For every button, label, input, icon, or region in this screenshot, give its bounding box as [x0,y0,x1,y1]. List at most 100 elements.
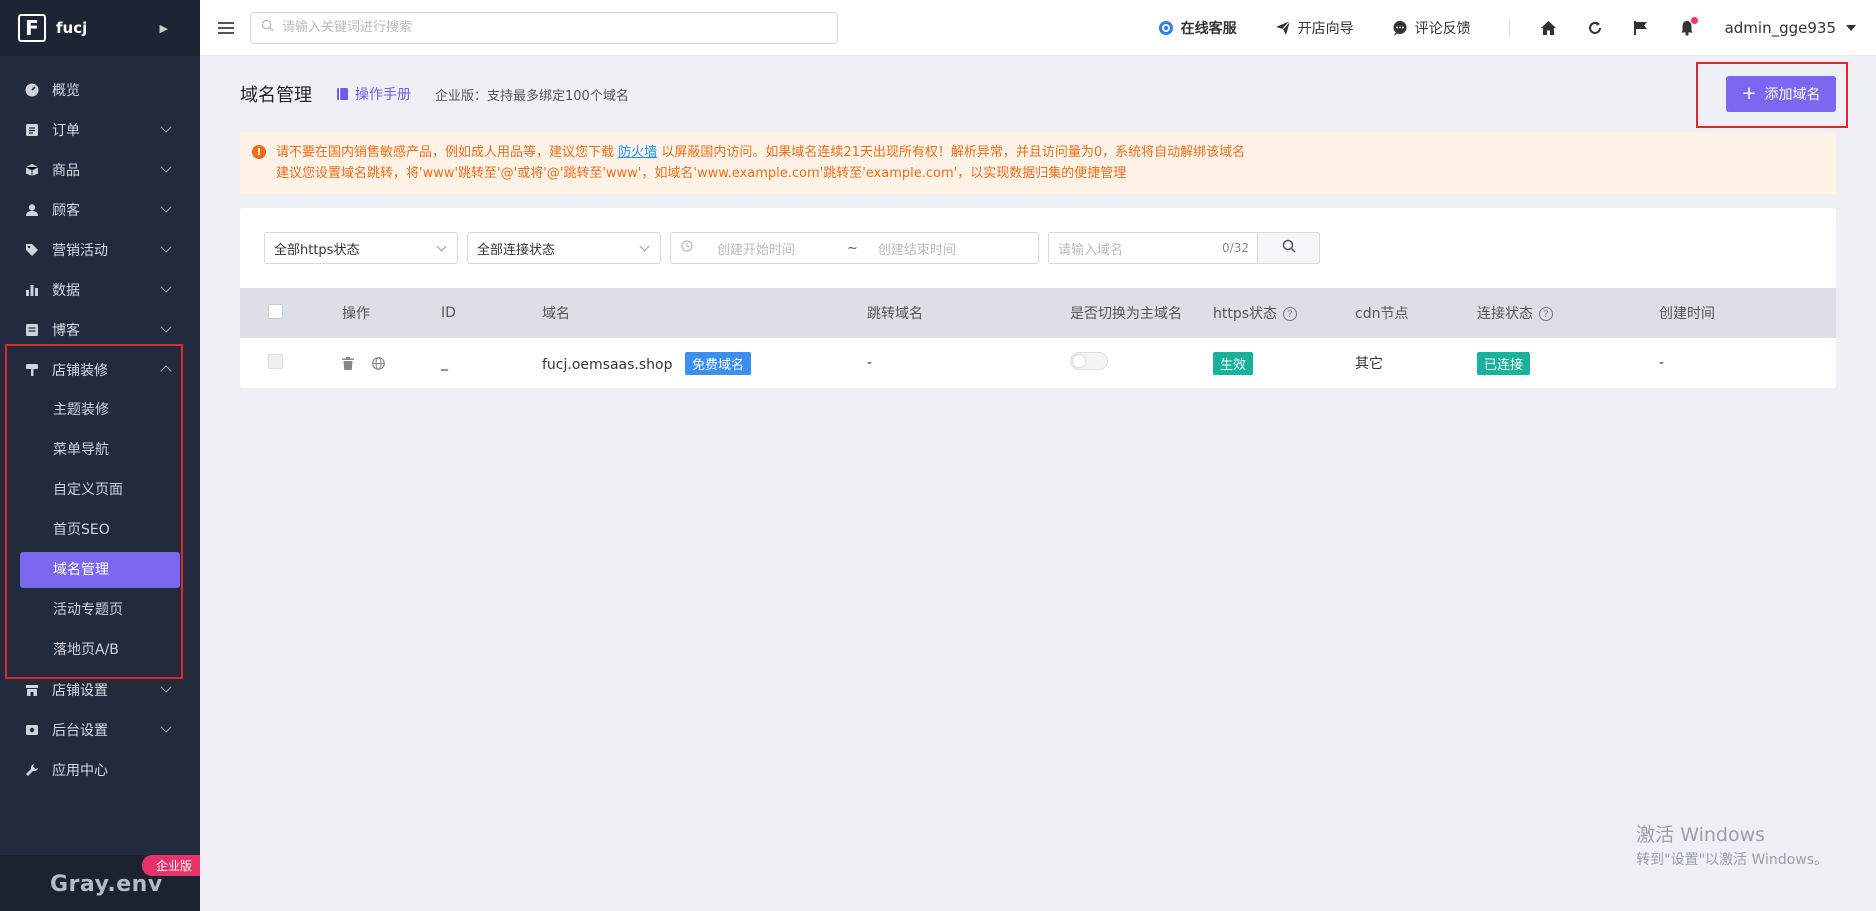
search-input[interactable] [282,20,801,35]
page-title: 域名管理 [240,85,312,106]
cell-redirect: - [867,355,873,371]
wrench-icon [24,762,40,778]
bell-icon[interactable] [1679,16,1698,36]
search-icon [261,19,274,36]
col-created: 创建时间 [1659,306,1715,322]
chevron-down-icon [160,241,172,253]
headset-icon [1158,20,1174,36]
plan-note: 企业版：支持最多绑定100个域名 [435,88,629,104]
domain-panel: 全部https状态 全部连接状态 创建开始时间 ~ 创建结束时间 请输入域名 0… [240,208,1836,388]
sidebar-item-orders[interactable]: 订单 [0,110,200,150]
free-domain-tag: 免费域名 [684,351,751,375]
sidebar-item-admin-settings[interactable]: 后台设置 [0,710,200,750]
filter-bar: 全部https状态 全部连接状态 创建开始时间 ~ 创建结束时间 请输入域名 0… [240,208,1836,288]
cell-cdn: 其它 [1355,356,1383,372]
chevron-down-icon [160,681,172,693]
online-service-link[interactable]: 在线客服 [1158,18,1237,38]
chevron-down-icon [160,201,172,213]
alert-line2: 建议您设置域名跳转，将'www'跳转至'@'或将'@'跳转至'www'，如域名'… [276,166,1127,181]
select-all-checkbox[interactable] [268,303,283,319]
domain-placeholder: 请输入域名 [1058,242,1124,258]
store-name: fucj [56,19,88,37]
online-service-label: 在线客服 [1180,20,1237,37]
home-icon[interactable] [1540,20,1557,36]
sidebar-item-marketing[interactable]: 营销活动 [0,230,200,270]
manual-label: 操作手册 [355,87,411,103]
primary-domain-toggle[interactable] [1070,352,1108,370]
settings-icon [24,722,40,738]
sidebar-item-label: 营销活动 [52,243,108,259]
store-logo: F [18,14,46,42]
sidebar-item-app-center[interactable]: 应用中心 [0,750,200,790]
activation-title: 激活 Windows [1636,824,1766,846]
store-guide-link[interactable]: 开店向导 [1275,18,1354,38]
sidebar-item-customers[interactable]: 顾客 [0,190,200,230]
sidebar-item-label: 概览 [52,83,80,99]
brand[interactable]: F fucj ▶ [0,0,200,56]
col-https: https状态 [1213,306,1278,322]
warning-alert: ! 请不要在国内销售敏感产品，例如成人用品等，建议您下载 防火墙 以屏蔽国内访问… [240,132,1836,194]
col-connection: 连接状态 [1477,306,1533,322]
feedback-link[interactable]: 评论反馈 [1392,18,1471,38]
help-icon[interactable]: ? [1283,307,1298,321]
sidebar-footer: 企业版 Gray.env [0,855,200,911]
sidebar-item-overview[interactable]: 概览 [0,70,200,110]
trash-icon[interactable] [342,356,354,370]
global-search[interactable] [250,11,838,44]
col-domain: 域名 [542,306,570,322]
alert-line1-a: 请不要在国内销售敏感产品，例如成人用品等，建议您下载 [276,145,615,160]
tag-icon [24,242,40,258]
date-range-picker[interactable]: 创建开始时间 ~ 创建结束时间 [670,232,1039,264]
highlight-box-store-design [5,344,183,679]
firewall-link[interactable]: 防火墙 [618,145,657,160]
flag-icon[interactable] [1633,20,1649,36]
store-guide-label: 开店向导 [1297,20,1354,37]
env-label: Gray.env [50,872,163,897]
alert-line1-b: 以屏蔽国内访问。如果域名连续21天出现所有权！解析异常，并且访问量为0，系统将自… [661,145,1246,160]
manual-link[interactable]: 操作手册 [336,84,411,104]
globe-icon[interactable] [372,356,386,370]
domain-search-input[interactable]: 请输入域名 0/32 [1048,232,1258,264]
windows-activation-watermark: 激活 Windows 转到"设置"以激活 Windows。 [1636,820,1828,869]
expand-arrow-icon[interactable]: ▶ [160,22,168,35]
order-icon [24,122,40,138]
range-separator: ~ [847,240,858,256]
sidebar-item-label: 店铺设置 [52,683,108,699]
menu-toggle-icon[interactable] [218,19,234,37]
help-icon[interactable]: ? [1539,307,1553,321]
sidebar-item-label: 博客 [52,323,80,339]
feedback-label: 评论反馈 [1414,20,1471,37]
top-header: 在线客服 开店向导 评论反馈 admin_gge935 [200,0,1876,56]
row-checkbox[interactable] [268,353,283,369]
chevron-down-icon [436,241,447,252]
https-status-value: 全部https状态 [274,242,360,258]
domain-search-button[interactable] [1258,232,1320,264]
table-header-row: 操作 ID 域名 跳转域名 是否切换为主域名 https状态? cdn节点 连接… [240,288,1836,338]
cell-created: - [1659,355,1665,371]
table-row: _ fucj.oemsaas.shop 免费域名 - 生效 其它 已连接 - [240,338,1836,388]
col-actions: 操作 [342,306,370,322]
username: admin_gge935 [1724,18,1836,37]
char-counter: 0/32 [1222,241,1249,255]
connection-status-select[interactable]: 全部连接状态 [467,232,661,264]
clock-icon [681,240,693,256]
col-cdn: cdn节点 [1355,306,1409,322]
comment-icon [1392,20,1408,36]
sidebar-item-data[interactable]: 数据 [0,270,200,310]
chevron-down-icon [160,121,172,133]
highlight-box-add-domain [1696,62,1848,128]
refresh-icon[interactable] [1587,20,1603,36]
page-header: 域名管理 操作手册 企业版：支持最多绑定100个域名 + 添加域名 [240,56,1848,132]
user-menu[interactable]: admin_gge935 [1725,19,1856,37]
header-right: 在线客服 开店向导 评论反馈 admin_gge935 [1158,0,1876,56]
chevron-down-icon [160,281,172,293]
sidebar-item-products[interactable]: 商品 [0,150,200,190]
https-status-select[interactable]: 全部https状态 [264,232,458,264]
bar-chart-icon [24,282,40,298]
https-status-tag: 生效 [1213,351,1254,375]
end-date-input[interactable]: 创建结束时间 [878,239,956,258]
notification-dot [1690,16,1698,24]
chevron-down-icon [160,161,172,173]
cell-domain[interactable]: fucj.oemsaas.shop [542,357,672,373]
start-date-input[interactable]: 创建开始时间 [717,239,827,258]
